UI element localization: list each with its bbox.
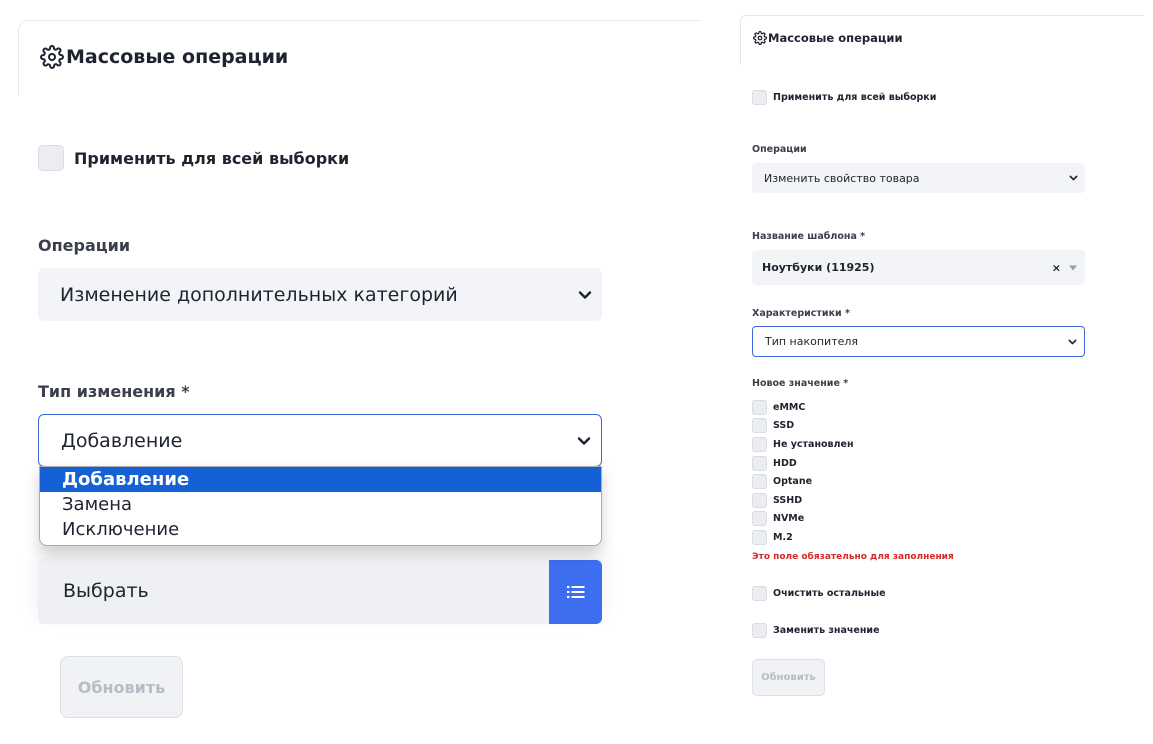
template-label: Название шаблона * [752, 231, 866, 242]
apply-all-checkbox[interactable] [752, 90, 767, 105]
list-item[interactable]: Optane [752, 472, 854, 491]
replace-value-row[interactable]: Заменить значение [752, 623, 880, 638]
new-value-list: eMMC SSD Не установлен HDD Optane SSHD N… [752, 398, 854, 547]
list-item[interactable]: HDD [752, 454, 854, 473]
value-checkbox[interactable] [752, 492, 767, 508]
panel-title-text: Массовые операции [768, 31, 903, 45]
pick-field[interactable]: Выбрать [38, 558, 602, 624]
new-value-label: Новое значение * [752, 378, 849, 389]
change-type-dropdown: Добавление Замена Исключение [39, 466, 602, 546]
template-controls: × [1052, 261, 1077, 274]
value-label: Optane [773, 476, 813, 488]
characteristics-select-value: Тип накопителя [765, 335, 859, 348]
gear-icon [40, 45, 64, 69]
list-item[interactable]: M.2 [752, 528, 854, 547]
clear-others-label: Очистить остальные [773, 588, 886, 599]
value-label: HDD [773, 457, 797, 469]
value-label: NVMe [773, 513, 805, 525]
dropdown-option[interactable]: Исключение [40, 517, 601, 542]
value-checkbox[interactable] [752, 529, 767, 545]
apply-all-row[interactable]: Применить для всей выборки [38, 145, 349, 171]
characteristics-label: Характеристики * [752, 308, 850, 319]
value-label: Не установлен [773, 438, 854, 450]
list-item[interactable]: NVMe [752, 510, 854, 529]
value-checkbox[interactable] [752, 511, 767, 527]
panel-title-text: Массовые операции [66, 46, 289, 68]
clear-others-row[interactable]: Очистить остальные [752, 586, 886, 601]
chevron-down-icon [578, 290, 592, 299]
value-label: SSD [773, 420, 795, 432]
list-item[interactable]: eMMC [752, 398, 854, 417]
apply-all-checkbox[interactable] [38, 145, 64, 171]
value-label: M.2 [773, 531, 793, 543]
operations-select[interactable]: Изменение дополнительных категорий [38, 268, 602, 321]
list-item[interactable]: SSHD [752, 491, 854, 510]
apply-all-label: Применить для всей выборки [74, 148, 350, 168]
list-item[interactable]: Не установлен [752, 435, 854, 454]
change-type-select[interactable]: Добавление [38, 414, 602, 467]
value-label: SSHD [773, 494, 803, 506]
list-item[interactable]: SSD [752, 417, 854, 436]
chevron-down-icon [1069, 175, 1078, 181]
value-checkbox[interactable] [752, 418, 767, 434]
operations-select-value: Изменить свойство товара [764, 171, 920, 185]
update-button[interactable]: Обновить [60, 656, 183, 718]
gear-icon [753, 31, 767, 45]
list-icon [566, 586, 584, 598]
validation-error: Это поле обязательно для заполнения [752, 552, 954, 562]
update-button[interactable]: Обновить [752, 659, 825, 696]
clear-icon[interactable]: × [1052, 261, 1061, 274]
value-checkbox[interactable] [752, 399, 767, 415]
value-checkbox[interactable] [752, 455, 767, 471]
right-panel: Массовые операции Применить для всей выб… [700, 0, 1153, 744]
value-label: eMMC [773, 401, 806, 413]
replace-value-label: Заменить значение [773, 625, 880, 636]
replace-value-checkbox[interactable] [752, 623, 767, 638]
change-type-select-value: Добавление [61, 429, 183, 452]
left-panel: Массовые операции Применить для всей выб… [0, 0, 700, 744]
clear-others-checkbox[interactable] [752, 586, 767, 601]
apply-all-label: Применить для всей выборки [773, 92, 937, 103]
pick-list-button[interactable] [549, 560, 602, 624]
operations-label: Операции [38, 236, 131, 255]
apply-all-row[interactable]: Применить для всей выборки [752, 90, 936, 105]
pick-field-text: Выбрать [63, 580, 149, 602]
dropdown-option[interactable]: Добавление [40, 467, 601, 492]
dropdown-option[interactable]: Замена [40, 492, 601, 517]
value-checkbox[interactable] [752, 436, 767, 452]
change-type-label: Тип изменения * [38, 382, 190, 401]
value-checkbox[interactable] [752, 474, 767, 490]
caret-down-icon[interactable] [1069, 265, 1077, 270]
chevron-down-icon [577, 436, 591, 445]
panel-title: Массовые операции [40, 45, 288, 69]
panel-title: Массовые операции [753, 31, 903, 45]
chevron-down-icon [1068, 339, 1077, 344]
template-select-value: Ноутбуки (11925) [762, 261, 875, 274]
operations-label: Операции [752, 144, 807, 155]
operations-select[interactable]: Изменить свойство товара [752, 163, 1085, 193]
template-select[interactable]: Ноутбуки (11925) × [752, 250, 1085, 285]
characteristics-select[interactable]: Тип накопителя [752, 326, 1085, 357]
operations-select-value: Изменение дополнительных категорий [60, 283, 458, 306]
